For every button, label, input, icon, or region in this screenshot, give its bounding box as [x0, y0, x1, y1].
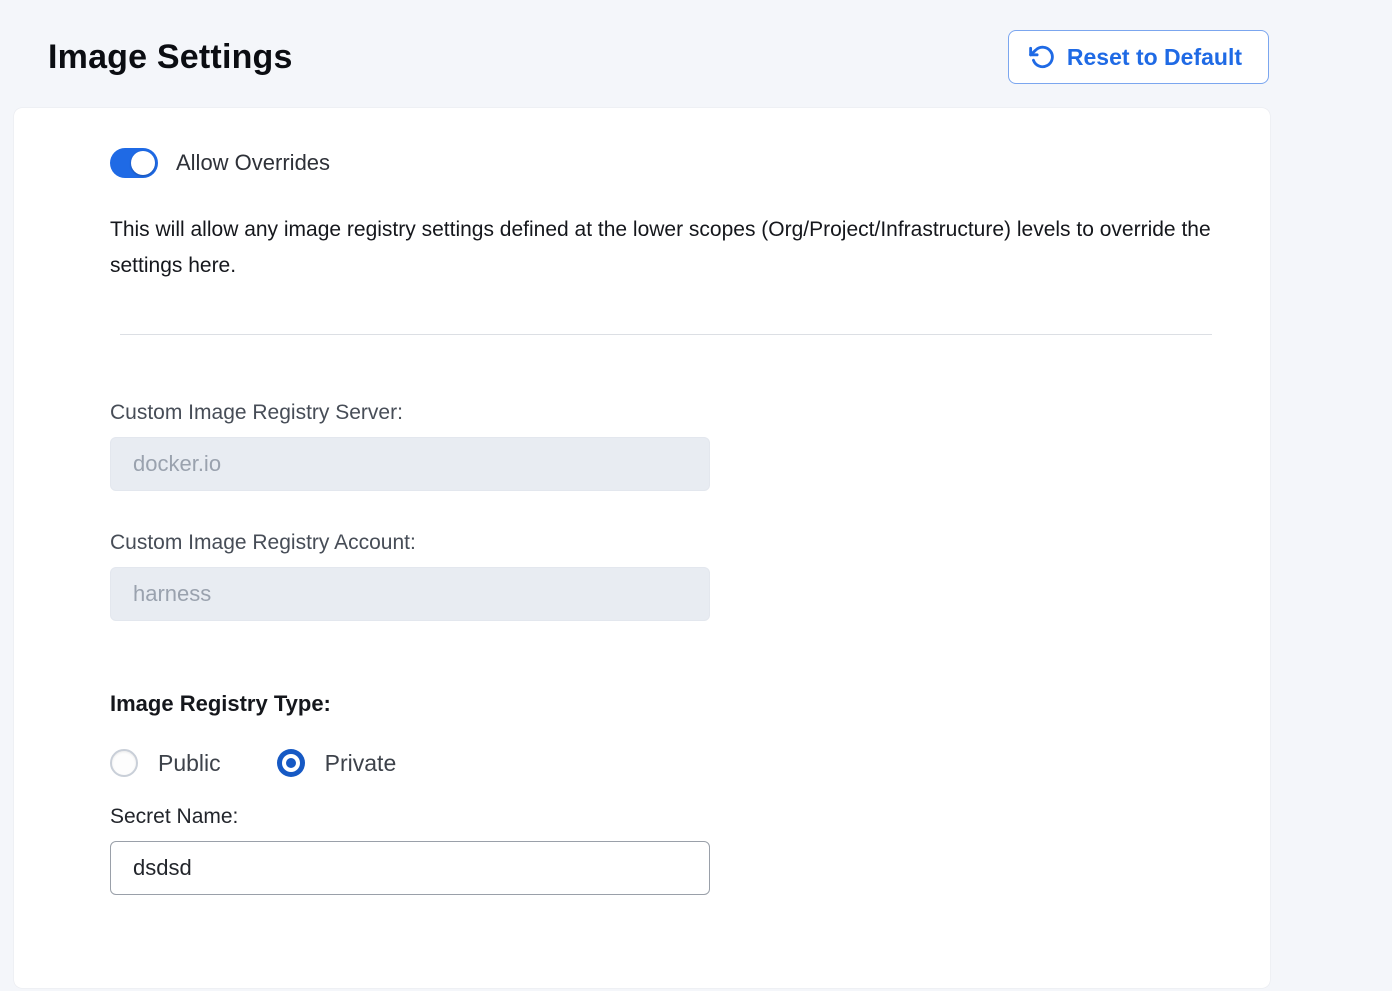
- radio-option-private[interactable]: Private: [277, 749, 397, 777]
- radio-private-control: [277, 749, 305, 777]
- page-title: Image Settings: [48, 30, 293, 77]
- registry-server-label: Custom Image Registry Server:: [110, 401, 1212, 425]
- registry-server-field: Custom Image Registry Server:: [110, 401, 1212, 491]
- radio-public-label: Public: [158, 750, 221, 777]
- registry-account-input[interactable]: [110, 567, 710, 621]
- section-divider: [120, 334, 1212, 335]
- override-description: This will allow any image registry setti…: [110, 212, 1212, 284]
- registry-account-label: Custom Image Registry Account:: [110, 531, 1212, 555]
- reset-to-default-button[interactable]: Reset to Default: [1008, 30, 1269, 84]
- toggle-knob: [131, 151, 155, 175]
- reset-button-label: Reset to Default: [1067, 44, 1242, 71]
- registry-type-field: Image Registry Type: Public Private: [110, 691, 1212, 777]
- allow-overrides-row: Allow Overrides: [110, 148, 1212, 178]
- reset-icon: [1029, 44, 1055, 70]
- allow-overrides-toggle[interactable]: [110, 148, 158, 178]
- secret-name-input[interactable]: [110, 841, 710, 895]
- secret-name-label: Secret Name:: [110, 805, 1212, 829]
- allow-overrides-label: Allow Overrides: [176, 150, 330, 176]
- registry-type-label: Image Registry Type:: [110, 691, 1212, 717]
- registry-type-radio-group: Public Private: [110, 749, 1212, 777]
- registry-account-field: Custom Image Registry Account:: [110, 531, 1212, 621]
- radio-private-label: Private: [325, 750, 397, 777]
- image-settings-card: Allow Overrides This will allow any imag…: [14, 108, 1270, 988]
- page-header: Image Settings Reset to Default: [0, 0, 1392, 84]
- radio-public-control: [110, 749, 138, 777]
- radio-option-public[interactable]: Public: [110, 749, 221, 777]
- secret-name-field: Secret Name:: [110, 805, 1212, 895]
- registry-server-input[interactable]: [110, 437, 710, 491]
